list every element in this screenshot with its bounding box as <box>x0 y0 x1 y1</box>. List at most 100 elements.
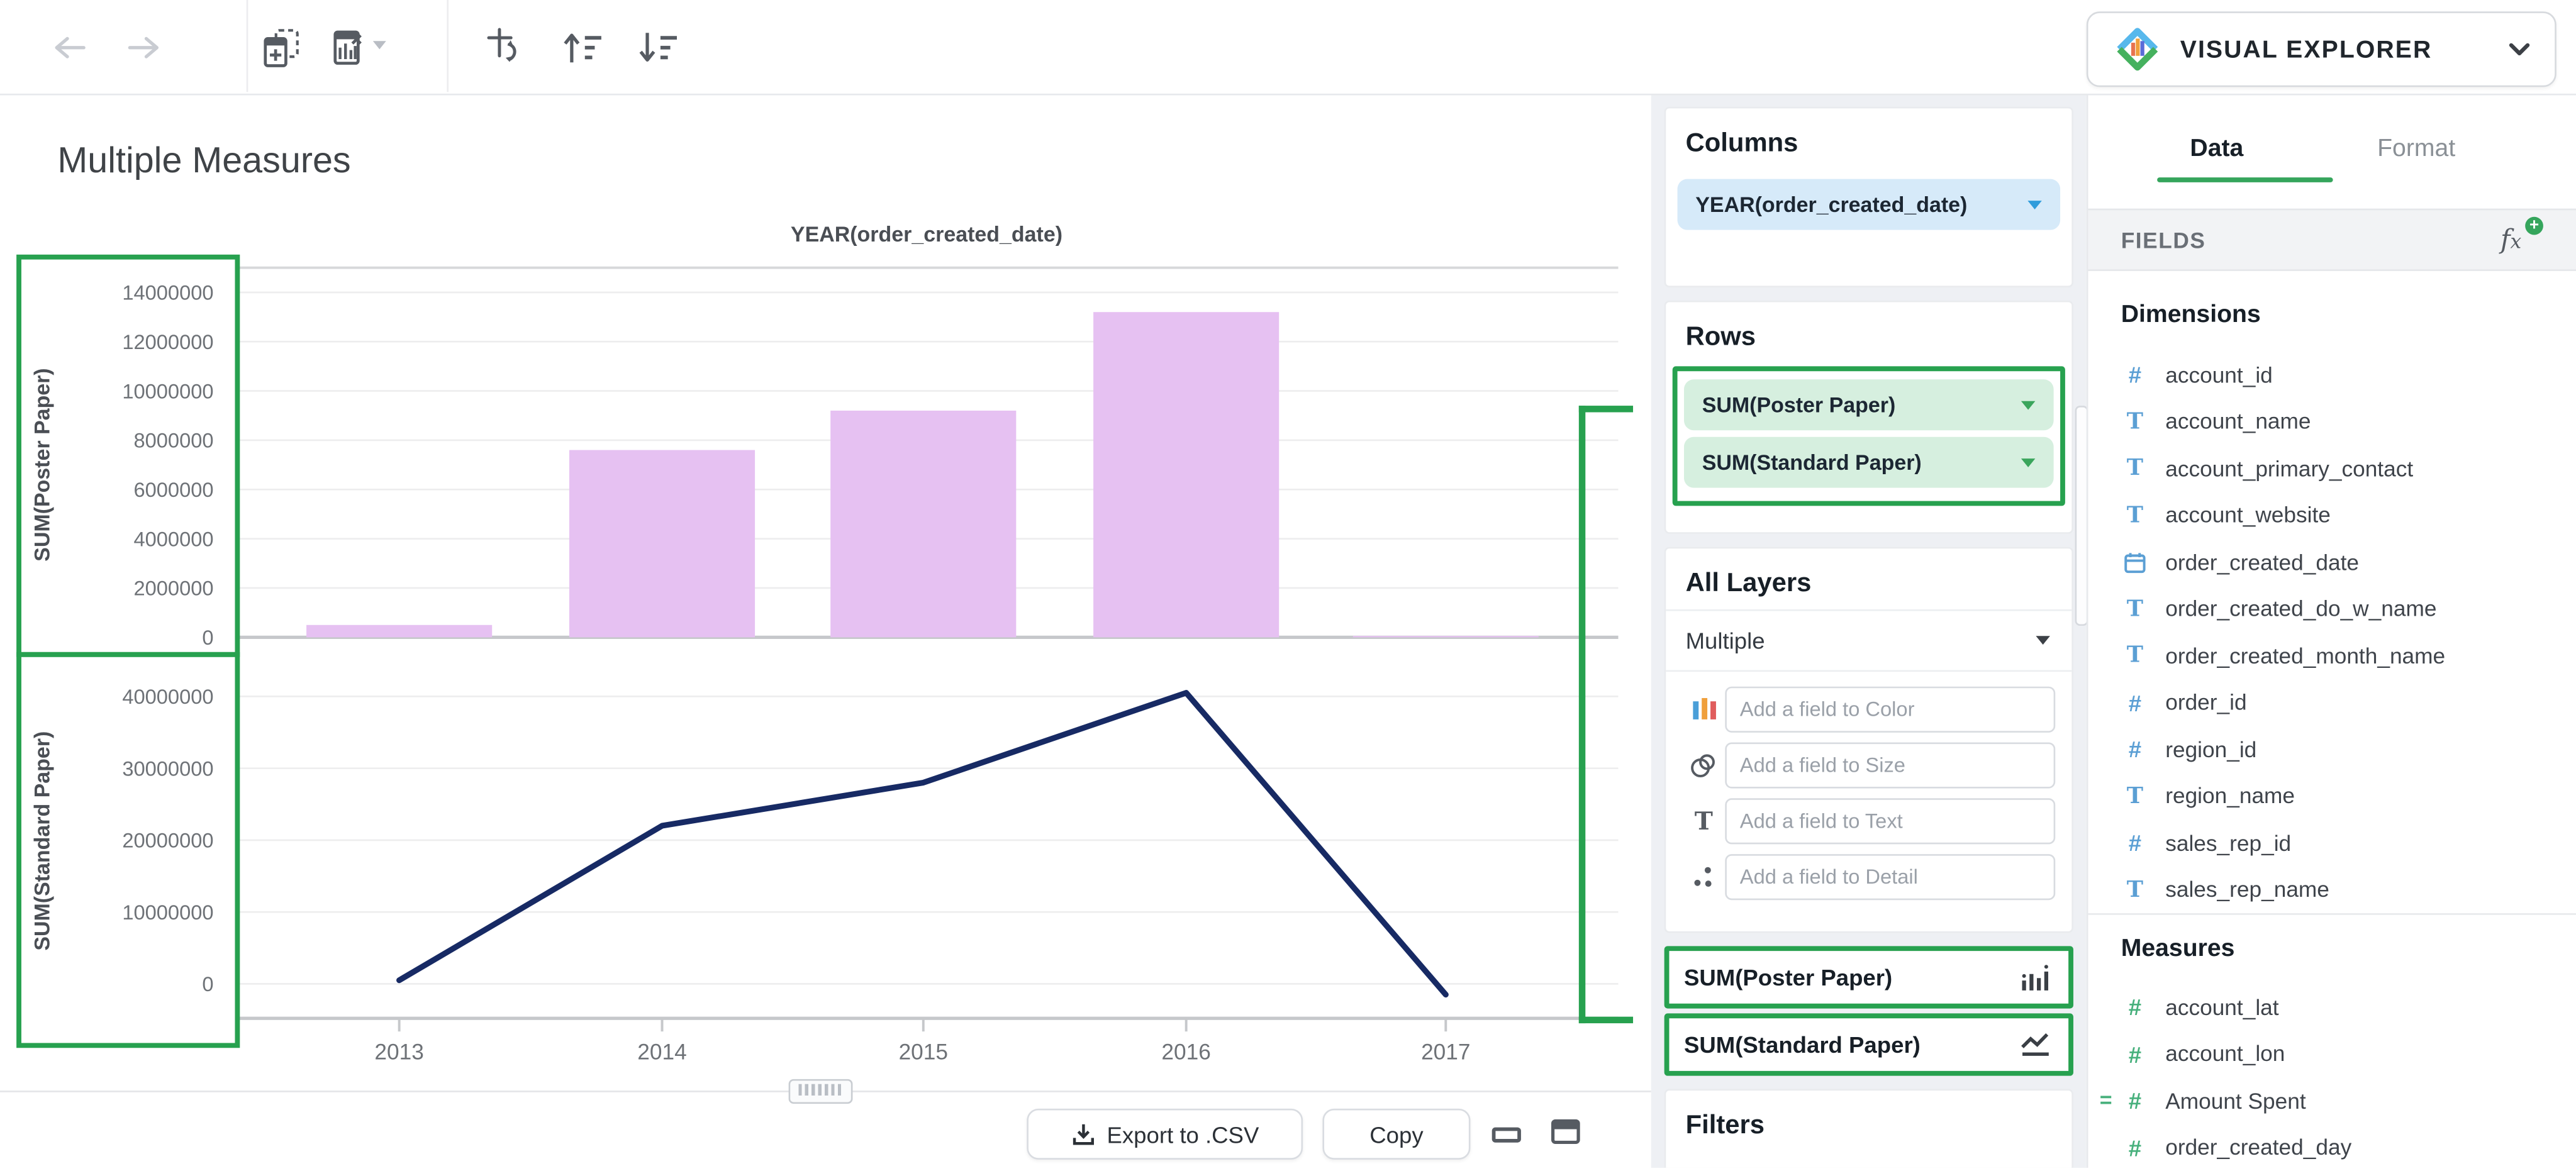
svg-text:20000000: 20000000 <box>122 829 213 852</box>
layer-selector-dropdown[interactable]: Multiple <box>1666 611 2071 670</box>
line-series-standard-paper[interactable] <box>399 693 1446 995</box>
text-icon: T <box>2121 877 2149 903</box>
field-label: region_name <box>2165 784 2295 808</box>
field-label: order_created_day <box>2165 1135 2351 1160</box>
field-label: account_id <box>2165 363 2273 387</box>
color-icon <box>1682 696 1725 723</box>
number-icon: # <box>2121 994 2149 1021</box>
text-icon: T <box>2121 502 2149 529</box>
rows-shelf-title: Rows <box>1666 302 2071 364</box>
shelf-pill[interactable]: YEAR(order_created_date) <box>1678 179 2061 230</box>
field-order_created_do_w_name[interactable]: Torder_created_do_w_name <box>2088 586 2576 632</box>
remove-visualization-icon[interactable] <box>325 23 398 72</box>
number-icon: # <box>2121 1041 2149 1067</box>
undo-arrow-icon[interactable] <box>43 23 96 72</box>
tab-format[interactable]: Format <box>2377 135 2455 162</box>
field-account_name[interactable]: Taccount_name <box>2088 398 2576 445</box>
add-a-field-to-text-input[interactable] <box>1725 798 2055 844</box>
number-icon: =# <box>2121 1088 2149 1114</box>
date-icon <box>2121 550 2149 574</box>
field-sales_rep_id[interactable]: #sales_rep_id <box>2088 819 2576 866</box>
field-sales_rep_name[interactable]: Tsales_rep_name <box>2088 867 2576 913</box>
x-tick-2015: 2015 <box>899 1040 948 1065</box>
svg-text:SUM(Poster Paper): SUM(Poster Paper) <box>30 368 54 561</box>
chevron-down-icon <box>2026 198 2044 211</box>
text-icon: T <box>2121 783 2149 809</box>
field-order_id[interactable]: #order_id <box>2088 679 2576 726</box>
shelf-pill[interactable]: SUM(Standard Paper) <box>1684 437 2054 488</box>
field-region_name[interactable]: Tregion_name <box>2088 773 2576 819</box>
bar-2014[interactable] <box>569 450 755 638</box>
new-visualization-icon[interactable] <box>255 23 308 72</box>
field-account_id[interactable]: #account_id <box>2088 352 2576 398</box>
field-label: account_lon <box>2165 1041 2285 1066</box>
svg-text:12000000: 12000000 <box>122 330 213 353</box>
copy-button[interactable]: Copy <box>1322 1109 1470 1160</box>
visual-explorer-logo-icon <box>2114 26 2160 72</box>
all-layers-panel: All Layers Multiple T <box>1664 547 2073 933</box>
layer-slot-row <box>1666 682 2071 738</box>
shelf-panels: Columns YEAR(order_created_date) Rows SU… <box>1651 94 2087 1168</box>
svg-text:4000000: 4000000 <box>134 527 214 550</box>
add-a-field-to-color-input[interactable] <box>1725 687 2055 733</box>
text-icon: T <box>2121 596 2149 622</box>
field-label: sales_rep_name <box>2165 877 2329 902</box>
measure-layer-standard-paper[interactable]: SUM(Standard Paper) <box>1664 1013 2073 1075</box>
measure-layer-poster-paper[interactable]: SUM(Poster Paper) <box>1664 946 2073 1008</box>
toolbar-separator <box>447 0 449 92</box>
number-icon: # <box>2121 736 2149 763</box>
export-csv-button[interactable]: Export to .CSV <box>1027 1109 1303 1160</box>
add-a-field-to-detail-input[interactable] <box>1725 854 2055 900</box>
all-layers-title: All Layers <box>1666 548 2071 609</box>
field-account_primary_contact[interactable]: Taccount_primary_contact <box>2088 445 2576 492</box>
field-account_website[interactable]: Taccount_website <box>2088 492 2576 538</box>
layer-slot-row <box>1666 849 2071 905</box>
bar-2017[interactable] <box>1353 636 1539 637</box>
number-icon: # <box>2121 1135 2149 1161</box>
field-region_id[interactable]: # region_id <box>2088 726 2576 772</box>
sort-ascending-icon[interactable] <box>555 23 608 72</box>
text-icon: T <box>1682 806 1725 836</box>
resize-grip-handle[interactable] <box>789 1079 853 1104</box>
bar-2015[interactable] <box>830 411 1016 637</box>
pill-label: SUM(Poster Paper) <box>1684 392 2019 417</box>
dimensions-section-title: Dimensions <box>2121 301 2261 328</box>
maximize-icon[interactable] <box>1551 1119 1580 1145</box>
new-calculation-icon[interactable]: fx + <box>2501 223 2540 256</box>
columns-shelf: Columns YEAR(order_created_date) <box>1664 107 2073 287</box>
sort-descending-icon[interactable] <box>631 23 684 72</box>
field-order_created_day[interactable]: # order_created_day <box>2088 1124 2576 1171</box>
field-Amount_Spent[interactable]: =#Amount Spent <box>2088 1077 2576 1124</box>
add-a-field-to-size-input[interactable] <box>1725 742 2055 788</box>
bar-2013[interactable] <box>306 625 492 638</box>
measure-layer-label: SUM(Standard Paper) <box>1669 1031 2019 1058</box>
field-account_lat[interactable]: #account_lat <box>2088 984 2576 1030</box>
field-label: order_created_date <box>2165 550 2359 574</box>
field-order_created_date[interactable]: order_created_date <box>2088 539 2576 586</box>
toolbar-separator <box>247 0 248 92</box>
field-account_lon[interactable]: # account_lon <box>2088 1031 2576 1077</box>
shelf-pill[interactable]: SUM(Poster Paper) <box>1684 379 2054 430</box>
minimize-icon[interactable] <box>1492 1125 1521 1145</box>
svg-text:0: 0 <box>202 972 213 996</box>
line-chart-standard-paper[interactable]: 0100000002000000030000000400000002013201… <box>0 657 1619 1071</box>
tab-data[interactable]: Data <box>2190 135 2243 162</box>
active-tab-underline <box>2157 177 2333 182</box>
text-icon: T <box>2121 409 2149 435</box>
measures-list: #account_lat#account_lon=#Amount Spent#o… <box>2088 984 2576 1171</box>
field-label: region_id <box>2165 737 2256 762</box>
filters-shelf: Filters <box>1664 1089 2073 1168</box>
bar-2016[interactable] <box>1093 312 1279 637</box>
redo-arrow-icon[interactable] <box>118 23 171 72</box>
pill-label: SUM(Standard Paper) <box>1684 450 2019 475</box>
chevron-down-icon <box>2507 41 2531 57</box>
x-tick-2017: 2017 <box>1421 1040 1470 1065</box>
calculated-field-icon: = <box>2100 1088 2112 1113</box>
svg-text:6000000: 6000000 <box>134 478 214 501</box>
bar-chart-poster-paper[interactable]: 0200000040000006000000800000010000000120… <box>0 263 1619 650</box>
field-order_created_month_name[interactable]: Torder_created_month_name <box>2088 633 2576 679</box>
swap-axes-icon[interactable] <box>480 23 533 72</box>
x-axis-title: YEAR(order_created_date) <box>235 222 1618 247</box>
app-switcher-button[interactable]: VISUAL EXPLORER <box>2087 11 2556 87</box>
chevron-down-icon <box>2019 398 2038 411</box>
